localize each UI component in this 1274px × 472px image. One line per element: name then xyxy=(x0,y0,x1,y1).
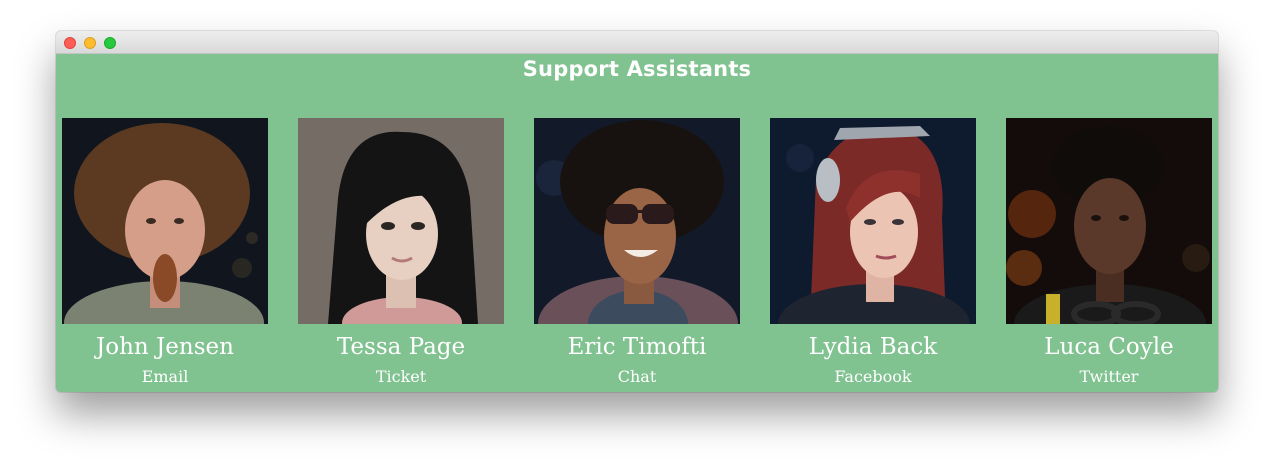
assistant-name: Lydia Back xyxy=(808,334,938,360)
page-content: Support Assistants John Jensen Email Tes… xyxy=(56,54,1218,392)
assistant-photo xyxy=(770,118,976,324)
assistant-channel: Ticket xyxy=(375,367,427,386)
app-window: Support Assistants John Jensen Email Tes… xyxy=(56,31,1218,392)
assistant-name: John Jensen xyxy=(96,334,234,360)
maximize-window-button[interactable] xyxy=(104,37,116,49)
assistant-card: John Jensen Email xyxy=(62,118,268,388)
assistant-channel: Twitter xyxy=(1079,367,1139,386)
window-titlebar[interactable] xyxy=(56,31,1218,54)
assistant-channel: Facebook xyxy=(834,367,912,386)
assistant-card: Lydia Back Facebook xyxy=(770,118,976,388)
assistant-list: John Jensen Email Tessa Page Ticket Eric… xyxy=(62,118,1212,388)
assistant-photo xyxy=(1006,118,1212,324)
assistant-photo xyxy=(62,118,268,324)
assistant-card: Eric Timofti Chat xyxy=(534,118,740,388)
assistant-name: Tessa Page xyxy=(336,334,466,360)
assistant-channel: Chat xyxy=(617,367,657,386)
assistant-name: Eric Timofti xyxy=(567,334,707,360)
assistant-card: Luca Coyle Twitter xyxy=(1006,118,1212,388)
minimize-window-button[interactable] xyxy=(84,37,96,49)
assistant-photo xyxy=(534,118,740,324)
page-title: Support Assistants xyxy=(522,57,752,81)
assistant-channel: Email xyxy=(141,367,189,386)
assistant-name: Luca Coyle xyxy=(1044,334,1174,360)
close-window-button[interactable] xyxy=(64,37,76,49)
assistant-photo xyxy=(298,118,504,324)
assistant-card: Tessa Page Ticket xyxy=(298,118,504,388)
